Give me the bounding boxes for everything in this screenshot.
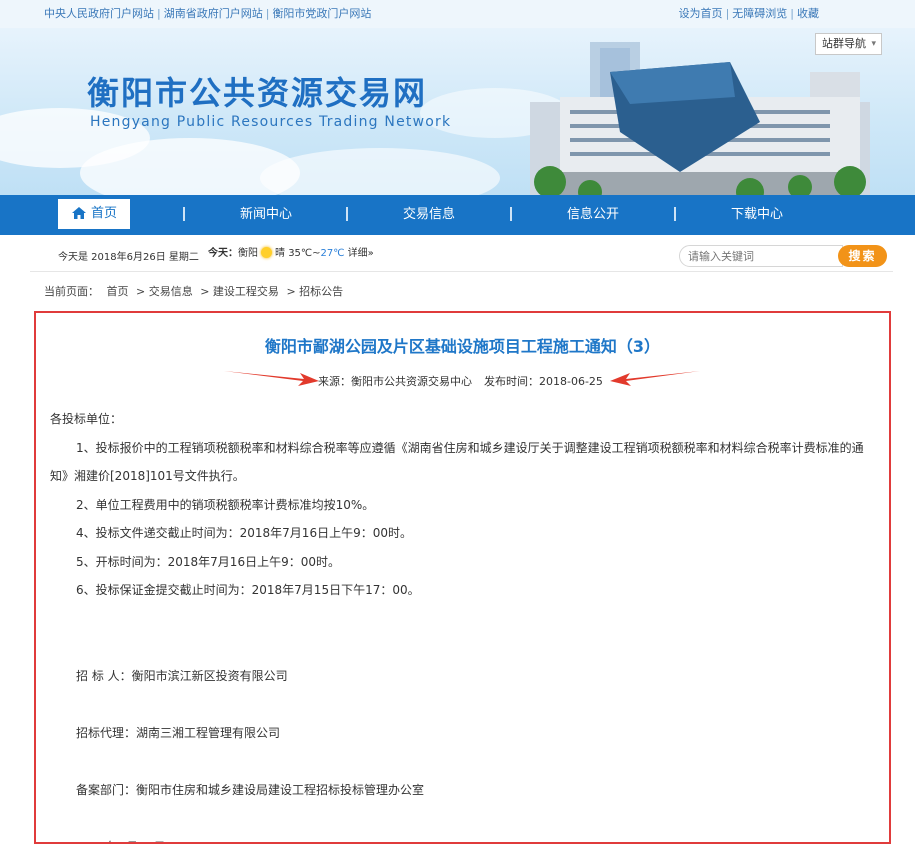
site-title-english: Hengyang Public Resources Trading Networ… [90,114,452,130]
article-greeting: 各投标单位： [50,412,123,426]
search-input[interactable] [679,245,843,267]
article-item: 1、投标报价中的工程销项税额税率和材料综合税率等应遵循《湖南省住房和城乡建设厅关… [50,440,864,484]
nav-download-center[interactable]: 下载中心 [731,195,783,235]
weather-detail-link[interactable]: 详细» [345,248,374,259]
article-item: 6、投标保证金提交截止时间为：2018年7月15日下午17：00。 [76,583,420,597]
chevron-down-icon: ▾ [871,39,876,49]
article-title: 衡阳市鄙湖公园及片区基础设施项目工程施工通知（3） [264,337,661,356]
breadcrumb-trading-info[interactable]: > 交易信息 [136,285,193,298]
info-bar: 今天是 2018年6月26日 星期二 今天：衡阳晴 35℃~27℃ 详细» 搜索 [0,235,915,271]
breadcrumb-box: 当前页面： 首页 > 交易信息 > 建设工程交易 > 招标公告 [30,271,893,309]
nav-divider [346,207,348,221]
nav-news-center[interactable]: 新闻中心 [240,195,292,235]
red-arrow-right-icon [224,371,319,386]
gov-links: 中央人民政府门户网站 | 湖南省政府门户网站 | 衡阳市党政门户网站 [44,7,372,20]
tender-agent: 招标代理：湖南三湘工程管理有限公司 [76,725,281,740]
filing-department: 备案部门：衡阳市住房和城乡建设局建设工程招标投标管理办公室 [76,782,425,797]
set-homepage-link[interactable]: 设为首页 [679,7,723,20]
breadcrumb: 当前页面： 首页 > 交易信息 > 建设工程交易 > 招标公告 [44,283,347,299]
article-source: 来源：衡阳市公共资源交易中心 [318,375,472,388]
article-item: 2、单位工程费用中的销项税额税率计费标准均按10%。 [76,497,375,512]
site-title: 衡阳市公共资源交易网 [87,74,428,112]
link-central-gov[interactable]: 中央人民政府门户网站 [44,7,154,20]
nav-divider [510,207,512,221]
current-date: 今天是 2018年6月26日 星期二 [58,252,199,263]
article-meta: 来源：衡阳市公共资源交易中心 发布时间：2018-06-25 [318,373,603,389]
weather-widget: 今天：衡阳晴 35℃~27℃ 详细» [208,247,374,259]
article-panel: 衡阳市鄙湖公园及片区基础设施项目工程施工通知（3） 来源：衡阳市公共资源交易中心… [34,311,891,844]
station-nav-select[interactable]: 站群导航 ▾ [815,33,882,55]
article-item: 5、开标时间为：2018年7月16日上午9：00时。 [76,554,340,569]
building-illustration [530,42,870,195]
article-date: 2018年6月25日 [50,833,880,843]
breadcrumb-construction[interactable]: > 建设工程交易 [200,285,279,298]
search-button[interactable]: 搜索 [838,245,887,267]
nav-divider [183,207,185,221]
nav-divider [674,207,676,221]
main-nav: 首页 新闻中心 交易信息 信息公开 下载中心 [0,195,915,235]
nav-trading-info[interactable]: 交易信息 [403,195,455,235]
link-hunan-gov[interactable]: 湖南省政府门户网站 [164,7,263,20]
accessibility-link[interactable]: 无障碍浏览 [732,7,787,20]
top-links-bar: 中央人民政府门户网站 | 湖南省政府门户网站 | 衡阳市党政门户网站 设为首页 | 无障碍浏… [0,0,915,28]
nav-info-disclosure[interactable]: 信息公开 [567,195,619,235]
home-icon [71,207,86,219]
article-item: 4、投标文件递交截止时间为：2018年7月16日上午9：00时。 [76,526,412,540]
sun-icon [261,247,272,258]
breadcrumb-home[interactable]: 首页 [107,285,129,298]
publish-time: 发布时间：2018-06-25 [484,375,603,388]
red-arrow-left-icon [610,371,700,386]
breadcrumb-tender-notice[interactable]: > 招标公告 [286,285,343,298]
site-banner: 衡阳市公共资源交易网 Hengyang Public Resources Tra… [0,28,915,195]
breadcrumb-label: 当前页面： [44,285,99,298]
article-body: 各投标单位： 1、投标报价中的工程销项税额税率和材料综合税率等应遵循《湖南省住房… [50,405,880,843]
page: 中央人民政府门户网站 | 湖南省政府门户网站 | 衡阳市党政门户网站 设为首页 | 无障碍浏… [0,0,915,846]
nav-home[interactable]: 首页 [58,199,130,229]
link-hengyang-gov[interactable]: 衡阳市党政门户网站 [272,7,371,20]
utility-links: 设为首页 | 无障碍浏览 | 收藏 [678,7,819,20]
favorite-link[interactable]: 收藏 [797,7,819,20]
tenderer: 招 标 人：衡阳市滨江新区投资有限公司 [76,668,288,683]
